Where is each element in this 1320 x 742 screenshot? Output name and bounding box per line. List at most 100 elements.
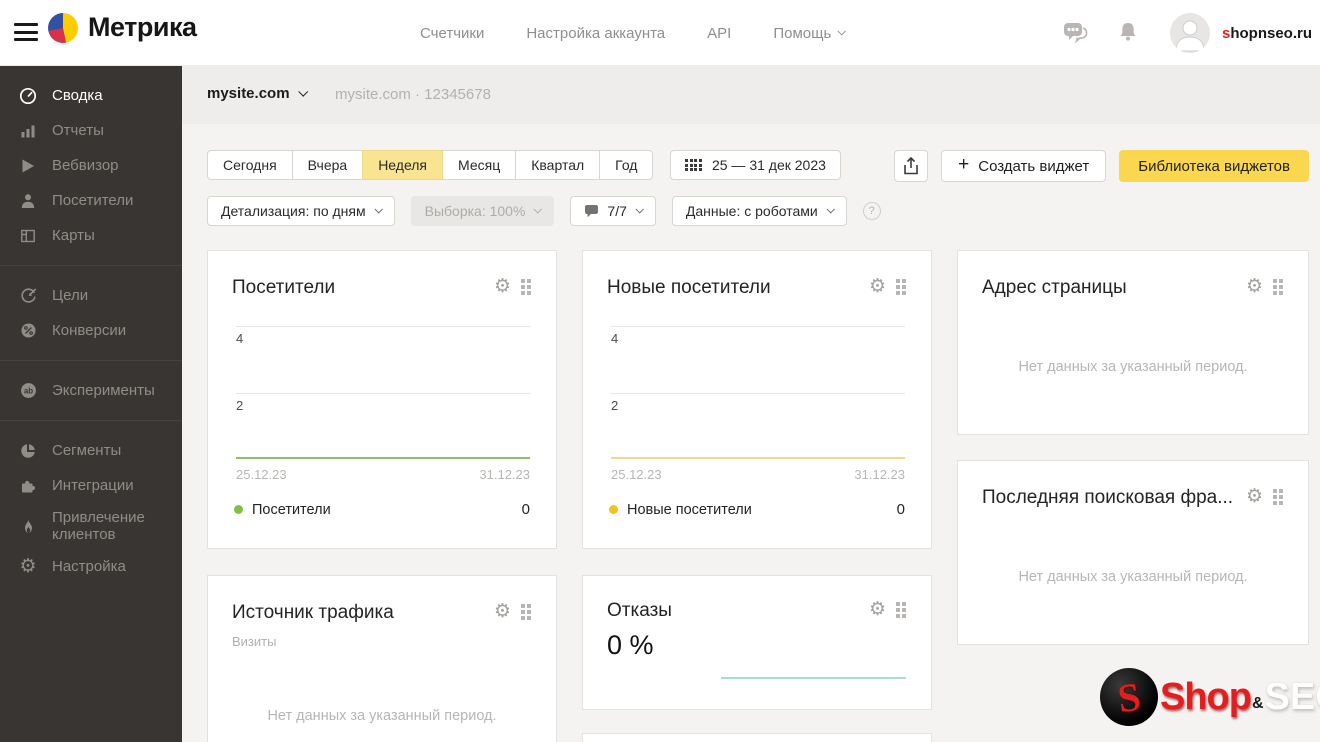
bar-chart-icon xyxy=(18,122,38,140)
header-right-cluster: shopnseo.ru xyxy=(1062,0,1312,66)
period-week-button[interactable]: Неделя xyxy=(362,150,444,180)
top-navigation: Счетчики Настройка аккаунта API Помощь xyxy=(420,0,847,66)
period-toolbar: Сегодня Вчера Неделя Месяц Квартал Год 2… xyxy=(207,150,841,180)
sidebar-item-settings[interactable]: ⚙ Настройка xyxy=(0,549,182,584)
widget-library-button[interactable]: Библиотека виджетов xyxy=(1119,150,1309,182)
metrica-logo[interactable]: Метрика xyxy=(48,12,197,43)
site-selector[interactable]: mysite.com xyxy=(207,85,308,102)
no-data-message: Нет данных за указанный период. xyxy=(1018,569,1248,585)
period-yesterday-button[interactable]: Вчера xyxy=(291,150,364,180)
xlabel-end: 31.12.23 xyxy=(854,467,905,482)
sidebar-item-summary[interactable]: Сводка xyxy=(0,78,182,113)
days-filter-button[interactable]: 7/7 xyxy=(570,196,656,226)
widget-partial xyxy=(582,733,932,742)
widget-drag-handle-icon[interactable] xyxy=(1273,488,1288,505)
detail-filter-button[interactable]: Детализация: по дням xyxy=(207,196,395,226)
user-avatar[interactable] xyxy=(1169,13,1210,53)
sidebar-item-visitors[interactable]: Посетители xyxy=(0,183,182,218)
sidebar-group-settings: Сегменты Интеграции Привлечение клиентов… xyxy=(0,421,182,596)
widget-gear-icon[interactable]: ⚙ xyxy=(869,600,886,619)
svg-text:ab: ab xyxy=(23,386,32,395)
hamburger-menu-icon[interactable] xyxy=(14,23,38,43)
legend-row[interactable]: Новые посетители 0 xyxy=(609,501,905,518)
shop-seo-logo-icon: S xyxy=(1100,668,1158,726)
widget-title: Адрес страницы xyxy=(982,277,1127,298)
sidebar-item-conversions[interactable]: Конверсии xyxy=(0,313,182,348)
chevron-down-icon xyxy=(826,204,835,214)
widget-drag-handle-icon[interactable] xyxy=(896,278,911,295)
widget-drag-handle-icon[interactable] xyxy=(521,603,536,620)
sidebar-item-goals[interactable]: Цели xyxy=(0,278,182,313)
series-dot-icon xyxy=(234,505,243,514)
chevron-down-icon xyxy=(297,86,308,97)
sidebar-item-integrations[interactable]: Интеграции xyxy=(0,468,182,503)
widget-drag-handle-icon[interactable] xyxy=(521,278,536,295)
nav-counters[interactable]: Счетчики xyxy=(420,25,484,42)
widget-actions: + Создать виджет Библиотека виджетов xyxy=(894,150,1309,182)
user-name[interactable]: shopnseo.ru xyxy=(1222,25,1312,42)
filter-toolbar: Детализация: по дням Выборка: 100% 7/7 Д… xyxy=(207,196,881,226)
period-month-button[interactable]: Месяц xyxy=(442,150,517,180)
logo-text: Метрика xyxy=(88,12,197,42)
widget-gear-icon[interactable]: ⚙ xyxy=(869,277,886,296)
widget-title: Последняя поисковая фра... xyxy=(982,487,1232,508)
widget-title: Посетители xyxy=(232,277,336,298)
date-range-button[interactable]: 25 — 31 дек 2023 xyxy=(670,150,841,180)
create-widget-button[interactable]: + Создать виджет xyxy=(941,150,1107,182)
export-button[interactable] xyxy=(894,150,929,182)
period-today-button[interactable]: Сегодня xyxy=(207,150,293,180)
widget-gear-icon[interactable]: ⚙ xyxy=(1246,487,1263,506)
metrica-logo-icon xyxy=(48,12,78,43)
top-header: Метрика Счетчики Настройка аккаунта API … xyxy=(0,0,1320,66)
period-quarter-button[interactable]: Квартал xyxy=(515,150,601,180)
widget-last-search-phrase: Последняя поисковая фра... ⚙ Нет данных … xyxy=(957,460,1309,645)
nav-account-settings[interactable]: Настройка аккаунта xyxy=(526,25,665,42)
widget-title: Источник трафика xyxy=(232,602,394,623)
period-year-button[interactable]: Год xyxy=(599,150,654,180)
sidebar-item-customer-acquisition[interactable]: Привлечение клиентов xyxy=(0,503,182,549)
percent-icon xyxy=(18,322,38,340)
sidebar-item-reports[interactable]: Отчеты xyxy=(0,113,182,148)
widget-subtitle: Визиты xyxy=(232,634,277,649)
widget-drag-handle-icon[interactable] xyxy=(1273,278,1288,295)
no-data-message: Нет данных за указанный период. xyxy=(267,708,497,724)
pie-icon xyxy=(18,442,38,460)
widget-gear-icon[interactable]: ⚙ xyxy=(494,277,511,296)
speech-bubble-icon xyxy=(585,205,599,218)
sidebar-item-segments[interactable]: Сегменты xyxy=(0,433,182,468)
sidebar: Сводка Отчеты Вебвизор Посетители Карты xyxy=(0,66,182,742)
person-icon xyxy=(18,192,38,210)
gear-icon: ⚙ xyxy=(19,555,37,577)
data-mode-filter-button[interactable]: Данные: с роботами xyxy=(671,196,847,226)
breadcrumb-strip: mysite.com mysite.com · 12345678 xyxy=(182,66,1320,124)
sidebar-group-goals: Цели Конверсии xyxy=(0,266,182,361)
puzzle-icon xyxy=(18,477,38,495)
period-segmented-control: Сегодня Вчера Неделя Месяц Квартал Год xyxy=(207,150,654,180)
xlabel-start: 25.12.23 xyxy=(236,467,287,482)
ytick-4: 4 xyxy=(236,331,244,346)
sidebar-item-webvisor[interactable]: Вебвизор xyxy=(0,148,182,183)
series-dot-icon xyxy=(609,505,618,514)
gridline xyxy=(236,393,530,394)
sidebar-item-maps[interactable]: Карты xyxy=(0,218,182,253)
legend-row[interactable]: Посетители 0 xyxy=(234,501,530,518)
widget-gear-icon[interactable]: ⚙ xyxy=(494,602,511,621)
notifications-bell-icon[interactable] xyxy=(1116,20,1144,46)
ytick-2: 2 xyxy=(611,398,619,413)
series-line-new-visitors xyxy=(611,457,905,459)
sidebar-item-experiments[interactable]: ab Эксперименты xyxy=(0,373,182,408)
gridline xyxy=(236,326,530,327)
help-question-icon[interactable]: ? xyxy=(862,202,881,220)
widget-title: Новые посетители xyxy=(607,277,771,298)
series-line-visitors xyxy=(236,457,530,459)
widget-gear-icon[interactable]: ⚙ xyxy=(1246,277,1263,296)
sampling-filter-button[interactable]: Выборка: 100% xyxy=(410,196,555,226)
target-icon xyxy=(18,287,38,305)
chat-icon[interactable] xyxy=(1062,20,1090,46)
widget-drag-handle-icon[interactable] xyxy=(896,601,911,618)
shop-seo-watermark: S Shop & SEO xyxy=(1100,668,1320,726)
nav-help[interactable]: Помощь xyxy=(773,25,847,42)
nav-api[interactable]: API xyxy=(707,25,731,42)
speedometer-icon xyxy=(18,87,38,105)
layout-icon xyxy=(18,227,38,245)
